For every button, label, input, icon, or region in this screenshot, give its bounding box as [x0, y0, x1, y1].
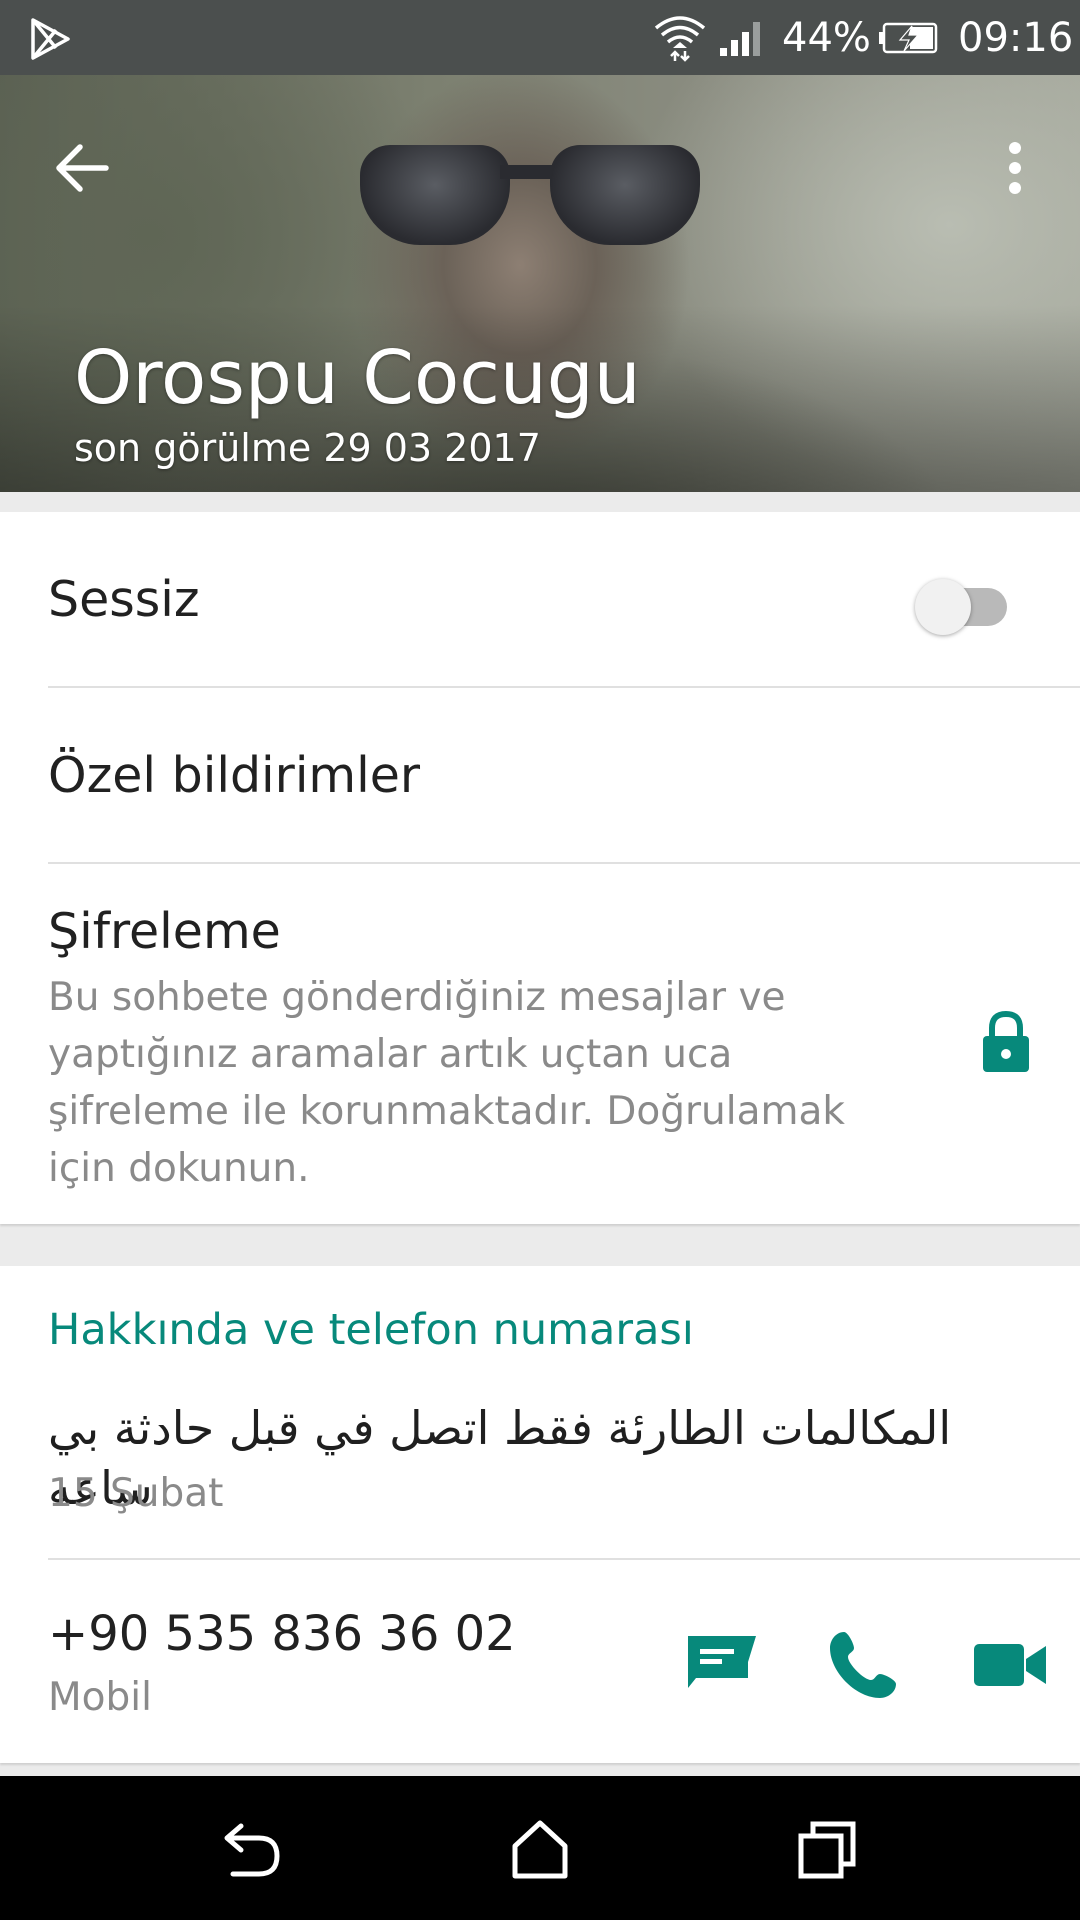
battery-percent: 44%: [782, 15, 871, 61]
encryption-label: Şifreleme: [48, 903, 281, 960]
clock: 09:16: [958, 15, 1074, 61]
mute-row[interactable]: Sessiz: [0, 512, 1080, 688]
about-status-date: 15 Şubat: [48, 1471, 224, 1516]
battery-charging-icon: [879, 22, 938, 54]
nav-home-icon[interactable]: [510, 1818, 570, 1880]
custom-notifications-label: Özel bildirimler: [48, 747, 421, 804]
custom-notifications-row[interactable]: Özel bildirimler: [0, 688, 1080, 864]
phone-icon[interactable]: [826, 1626, 902, 1702]
encryption-description: Bu sohbete gönderdiğiniz mesajlar ve yap…: [48, 975, 845, 1191]
about-section-title: Hakkında ve telefon numarası: [48, 1305, 694, 1355]
contact-name: Orospu Cocugu: [74, 335, 641, 421]
video-call-icon[interactable]: [972, 1634, 1048, 1696]
phone-type: Mobil: [48, 1675, 152, 1720]
message-icon[interactable]: [680, 1628, 764, 1698]
last-seen: son görülme 29 03 2017: [74, 426, 541, 470]
back-arrow-icon[interactable]: [48, 133, 118, 203]
wifi-icon: [654, 16, 706, 62]
mute-toggle[interactable]: [915, 575, 1015, 639]
about-card: Hakkında ve telefon numarası المكالمات ا…: [0, 1266, 1080, 1763]
signal-icon: [720, 22, 760, 56]
chat-settings-card: Sessiz Özel bildirimler Şifreleme Bu soh…: [0, 512, 1080, 1224]
profile-photo[interactable]: [360, 145, 700, 255]
lock-icon: [983, 1010, 1029, 1072]
mute-label: Sessiz: [48, 571, 200, 628]
phone-number: +90 535 836 36 02: [48, 1606, 516, 1662]
nav-recents-icon[interactable]: [797, 1820, 857, 1880]
play-store-icon: [31, 18, 70, 60]
status-bar: 44% 09:16: [0, 0, 1080, 75]
nav-back-icon[interactable]: [219, 1820, 283, 1880]
contact-header: Orospu Cocugu son görülme 29 03 2017: [0, 75, 1080, 492]
navigation-bar: [0, 1776, 1080, 1920]
more-vert-icon[interactable]: [990, 133, 1040, 203]
